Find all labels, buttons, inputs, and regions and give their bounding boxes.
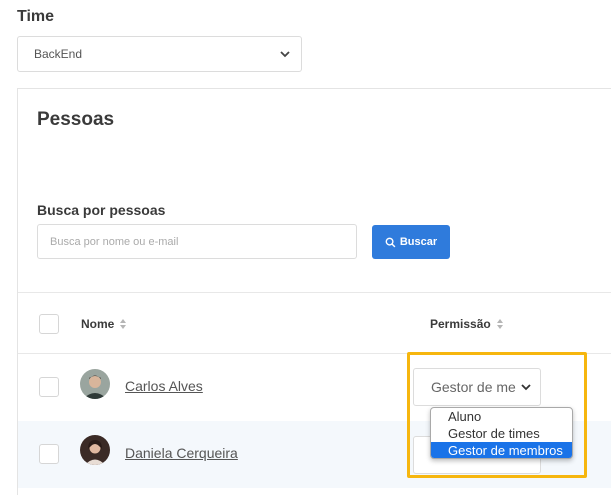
avatar xyxy=(80,435,110,465)
search-icon xyxy=(385,237,396,247)
person-name-link[interactable]: Carlos Alves xyxy=(125,378,203,394)
option-gestor-de-membros[interactable]: Gestor de membros xyxy=(431,442,572,458)
row-checkbox[interactable] xyxy=(39,377,59,397)
person-name-link[interactable]: Daniela Cerqueira xyxy=(125,445,238,461)
chevron-down-icon xyxy=(280,51,290,58)
permission-select-value: Gestor de me xyxy=(431,379,516,395)
column-header-name[interactable]: Nome xyxy=(81,317,127,331)
table-header: Nome Permissão xyxy=(18,292,611,354)
select-all-checkbox[interactable] xyxy=(39,314,59,334)
search-button[interactable]: Buscar xyxy=(372,225,450,259)
column-header-permission-label: Permissão xyxy=(430,317,491,331)
permission-select[interactable]: Gestor de me xyxy=(413,368,541,406)
sort-icon xyxy=(496,319,503,329)
permission-dropdown-list: Aluno Gestor de times Gestor de membros xyxy=(430,407,573,459)
row-checkbox[interactable] xyxy=(39,444,59,464)
option-gestor-de-times[interactable]: Gestor de times xyxy=(431,425,572,442)
option-aluno[interactable]: Aluno xyxy=(431,408,572,425)
column-header-name-label: Nome xyxy=(81,317,115,331)
team-label: Time xyxy=(17,8,55,25)
avatar xyxy=(80,369,110,399)
page-title: Pessoas xyxy=(37,109,115,130)
column-header-permission[interactable]: Permissão xyxy=(430,317,504,331)
team-select[interactable]: BackEnd xyxy=(17,36,302,72)
search-button-label: Buscar xyxy=(399,236,438,248)
team-select-value: BackEnd xyxy=(34,47,83,61)
chevron-down-icon xyxy=(521,384,531,391)
sort-icon xyxy=(120,319,127,329)
search-input[interactable] xyxy=(37,224,357,259)
search-label: Busca por pessoas xyxy=(37,202,166,218)
